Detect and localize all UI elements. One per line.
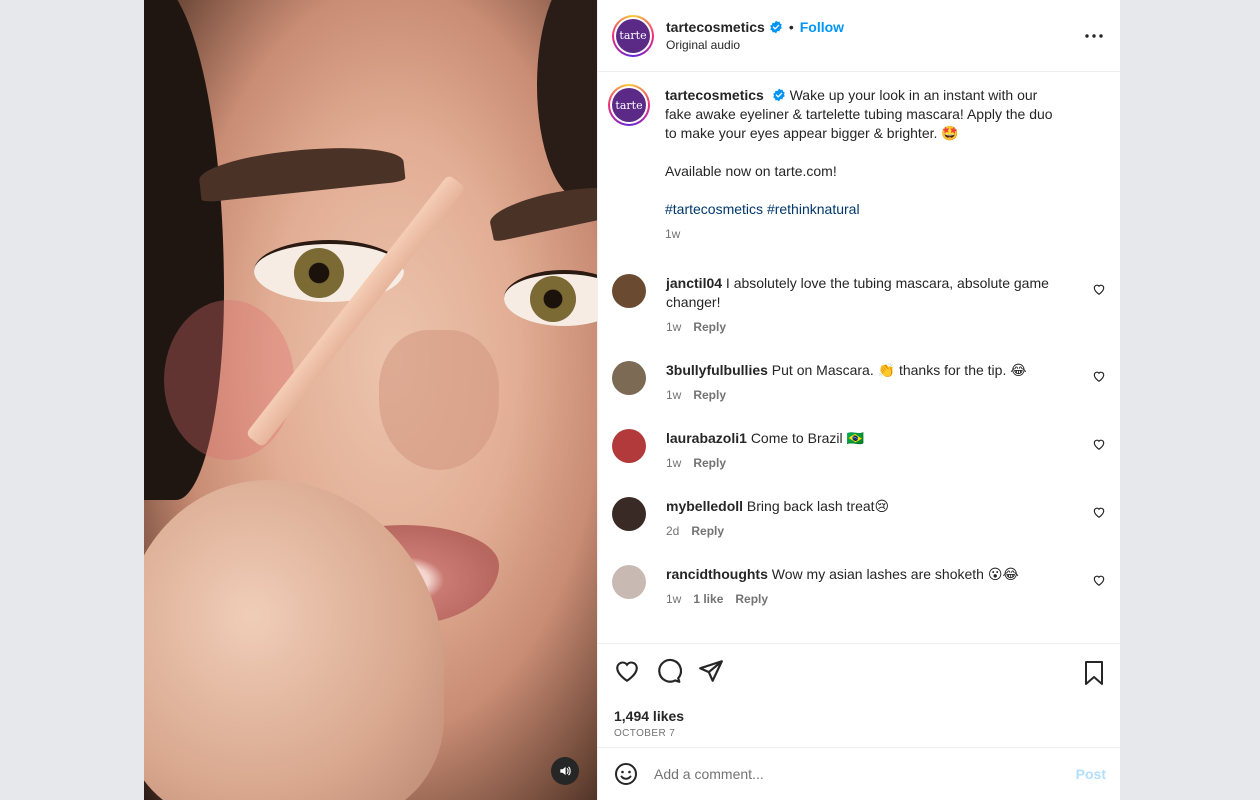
author-username[interactable]: tartecosmetics [666, 19, 765, 35]
author-avatar-logo: tarte [616, 18, 650, 53]
comment-text: Put on Mascara. 👏 thanks for the tip. 😂 [771, 362, 1027, 378]
commenter-avatar[interactable] [612, 274, 646, 308]
comment-age[interactable]: 1w [666, 318, 681, 337]
comment-item: rancidthoughts Wow my asian lashes are s… [612, 565, 1106, 609]
verified-badge-icon [770, 20, 782, 34]
commenter-username[interactable]: janctil04 [666, 275, 722, 291]
comment-composer: Post [598, 747, 1120, 800]
post-comment-button[interactable]: Post [1076, 766, 1106, 782]
reply-button[interactable]: Reply [693, 318, 726, 337]
post-date[interactable]: OCTOBER 7 [614, 728, 1106, 739]
comment-text: I absolutely love the tubing mascara, ab… [666, 275, 1049, 310]
reply-button[interactable]: Reply [693, 386, 726, 405]
post-video[interactable] [144, 0, 597, 800]
comment-item: laurabazoli1 Come to Brazil 🇧🇷 1w Reply [612, 429, 1106, 473]
comment-like-heart-icon[interactable] [1092, 573, 1106, 587]
follow-button[interactable]: Follow [800, 19, 844, 35]
post-actions: 1,494 likes OCTOBER 7 [598, 643, 1120, 747]
comments-list[interactable]: tarte tartecosmetics Wake up your look i… [598, 72, 1120, 643]
reply-button[interactable]: Reply [691, 522, 724, 541]
comment-text: Come to Brazil 🇧🇷 [750, 430, 864, 446]
comment-age[interactable]: 1w [666, 590, 681, 609]
more-horizontal-icon [1085, 34, 1103, 38]
verified-badge-icon [772, 88, 785, 102]
comment-age[interactable]: 1w [666, 386, 681, 405]
comment-bubble-icon[interactable] [656, 658, 682, 684]
comment-age[interactable]: 2d [666, 522, 679, 541]
commenter-avatar[interactable] [612, 497, 646, 531]
emoji-icon[interactable] [614, 762, 638, 786]
hashtag-link[interactable]: #rethinknatural [767, 201, 860, 217]
comment-item: 3bullyfulbullies Put on Mascara. 👏 thank… [612, 361, 1106, 405]
comment-like-heart-icon[interactable] [1092, 369, 1106, 383]
audio-toggle-button[interactable] [551, 757, 579, 785]
post-side-panel: tarte tartecosmetics • Follow Original a… [597, 0, 1120, 800]
share-paper-plane-icon[interactable] [698, 658, 724, 684]
caption-availability: Available now on tarte.com! [665, 163, 837, 179]
comment-text: Wow my asian lashes are shoketh 😮😂 [771, 566, 1019, 582]
video-frame-brow [197, 139, 406, 203]
caption: tarte tartecosmetics Wake up your look i… [608, 84, 1106, 244]
commenter-avatar[interactable] [612, 565, 646, 599]
video-frame-nose [379, 330, 499, 470]
post-dialog: tarte tartecosmetics • Follow Original a… [144, 0, 1120, 800]
caption-age[interactable]: 1w [665, 225, 680, 244]
reply-button[interactable]: Reply [693, 454, 726, 473]
more-options-button[interactable] [1082, 24, 1106, 48]
comment-like-count[interactable]: 1 like [693, 590, 723, 609]
commenter-username[interactable]: rancidthoughts [666, 566, 768, 582]
reply-button[interactable]: Reply [735, 590, 768, 609]
speaker-icon [560, 766, 571, 776]
video-frame-iris [530, 276, 576, 322]
hashtag-link[interactable]: #tartecosmetics [665, 201, 763, 217]
audio-label[interactable]: Original audio [666, 38, 844, 52]
video-frame-cheek [164, 300, 294, 460]
comment-age[interactable]: 1w [666, 454, 681, 473]
save-bookmark-icon[interactable] [1082, 660, 1106, 686]
comment-item: mybelledoll Bring back lash treat😢 2d Re… [612, 497, 1106, 541]
separator-dot: • [788, 19, 794, 35]
like-heart-icon[interactable] [614, 658, 640, 684]
commenter-avatar[interactable] [612, 429, 646, 463]
video-frame-iris [294, 248, 344, 298]
commenter-username[interactable]: 3bullyfulbullies [666, 362, 768, 378]
comment-like-heart-icon[interactable] [1092, 437, 1106, 451]
comment-text: Bring back lash treat😢 [746, 498, 890, 514]
commenter-avatar[interactable] [612, 361, 646, 395]
likes-count[interactable]: 1,494 likes [614, 708, 1106, 724]
author-avatar[interactable]: tarte [612, 14, 654, 57]
comment-like-heart-icon[interactable] [1092, 282, 1106, 296]
commenter-username[interactable]: mybelledoll [666, 498, 743, 514]
comment-input[interactable] [654, 766, 1076, 782]
video-frame-hair [537, 0, 597, 200]
caption-username[interactable]: tartecosmetics [665, 87, 764, 103]
post-header: tarte tartecosmetics • Follow Original a… [598, 0, 1120, 72]
caption-author-avatar[interactable]: tarte [608, 84, 650, 126]
comment-item: janctil04 I absolutely love the tubing m… [612, 274, 1106, 337]
comment-like-heart-icon[interactable] [1092, 505, 1106, 519]
commenter-username[interactable]: laurabazoli1 [666, 430, 747, 446]
